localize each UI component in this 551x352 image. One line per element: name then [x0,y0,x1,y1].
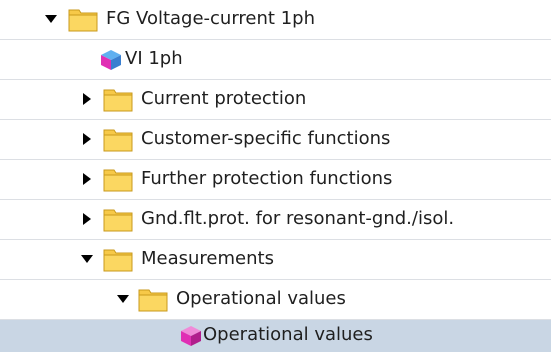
tree-node-gnd-flt-prot[interactable]: Gnd.flt.prot. for resonant-gnd./isol. [0,200,551,240]
tree-node-label: Gnd.flt.prot. for resonant-gnd./isol. [141,208,455,229]
collapsed-arrow-icon[interactable] [80,92,94,106]
tree-node-label: Measurements [141,248,274,269]
tree-node-label: Operational values [176,288,346,309]
expanded-arrow-icon[interactable] [116,292,130,306]
tree-node-further-protection-functions[interactable]: Further protection functions [0,160,551,200]
tree-node-vi-1ph[interactable]: VI 1ph [0,40,551,80]
tree-node-label: Operational values [203,324,373,345]
function-cube-icon [180,325,202,347]
tree-node-measurements[interactable]: Measurements [0,240,551,280]
collapsed-arrow-icon[interactable] [80,132,94,146]
tree-node-operational-values-folder[interactable]: Operational values [0,280,551,320]
folder-icon [68,6,98,32]
folder-icon [138,286,168,312]
folder-icon [103,246,133,272]
tree-node-label: Current protection [141,88,307,109]
expanded-arrow-icon[interactable] [80,252,94,266]
tree-node-label: Customer-specific functions [141,128,391,149]
expanded-arrow-icon[interactable] [44,12,58,26]
tree-node-current-protection[interactable]: Current protection [0,80,551,120]
function-block-cube-icon [100,49,122,71]
tree-node-customer-specific-functions[interactable]: Customer-specific functions [0,120,551,160]
tree-node-operational-values-item[interactable]: Operational values [0,320,551,352]
folder-icon [103,166,133,192]
folder-icon [103,206,133,232]
folder-icon [103,126,133,152]
project-tree: FG Voltage-current 1ph VI 1ph Current pr… [0,0,551,352]
tree-node-label: VI 1ph [125,48,183,69]
tree-node-label: Further protection functions [141,168,393,189]
tree-node-label: FG Voltage-current 1ph [106,8,315,29]
folder-icon [103,86,133,112]
collapsed-arrow-icon[interactable] [80,212,94,226]
tree-node-fg-voltage-current[interactable]: FG Voltage-current 1ph [0,0,551,40]
collapsed-arrow-icon[interactable] [80,172,94,186]
